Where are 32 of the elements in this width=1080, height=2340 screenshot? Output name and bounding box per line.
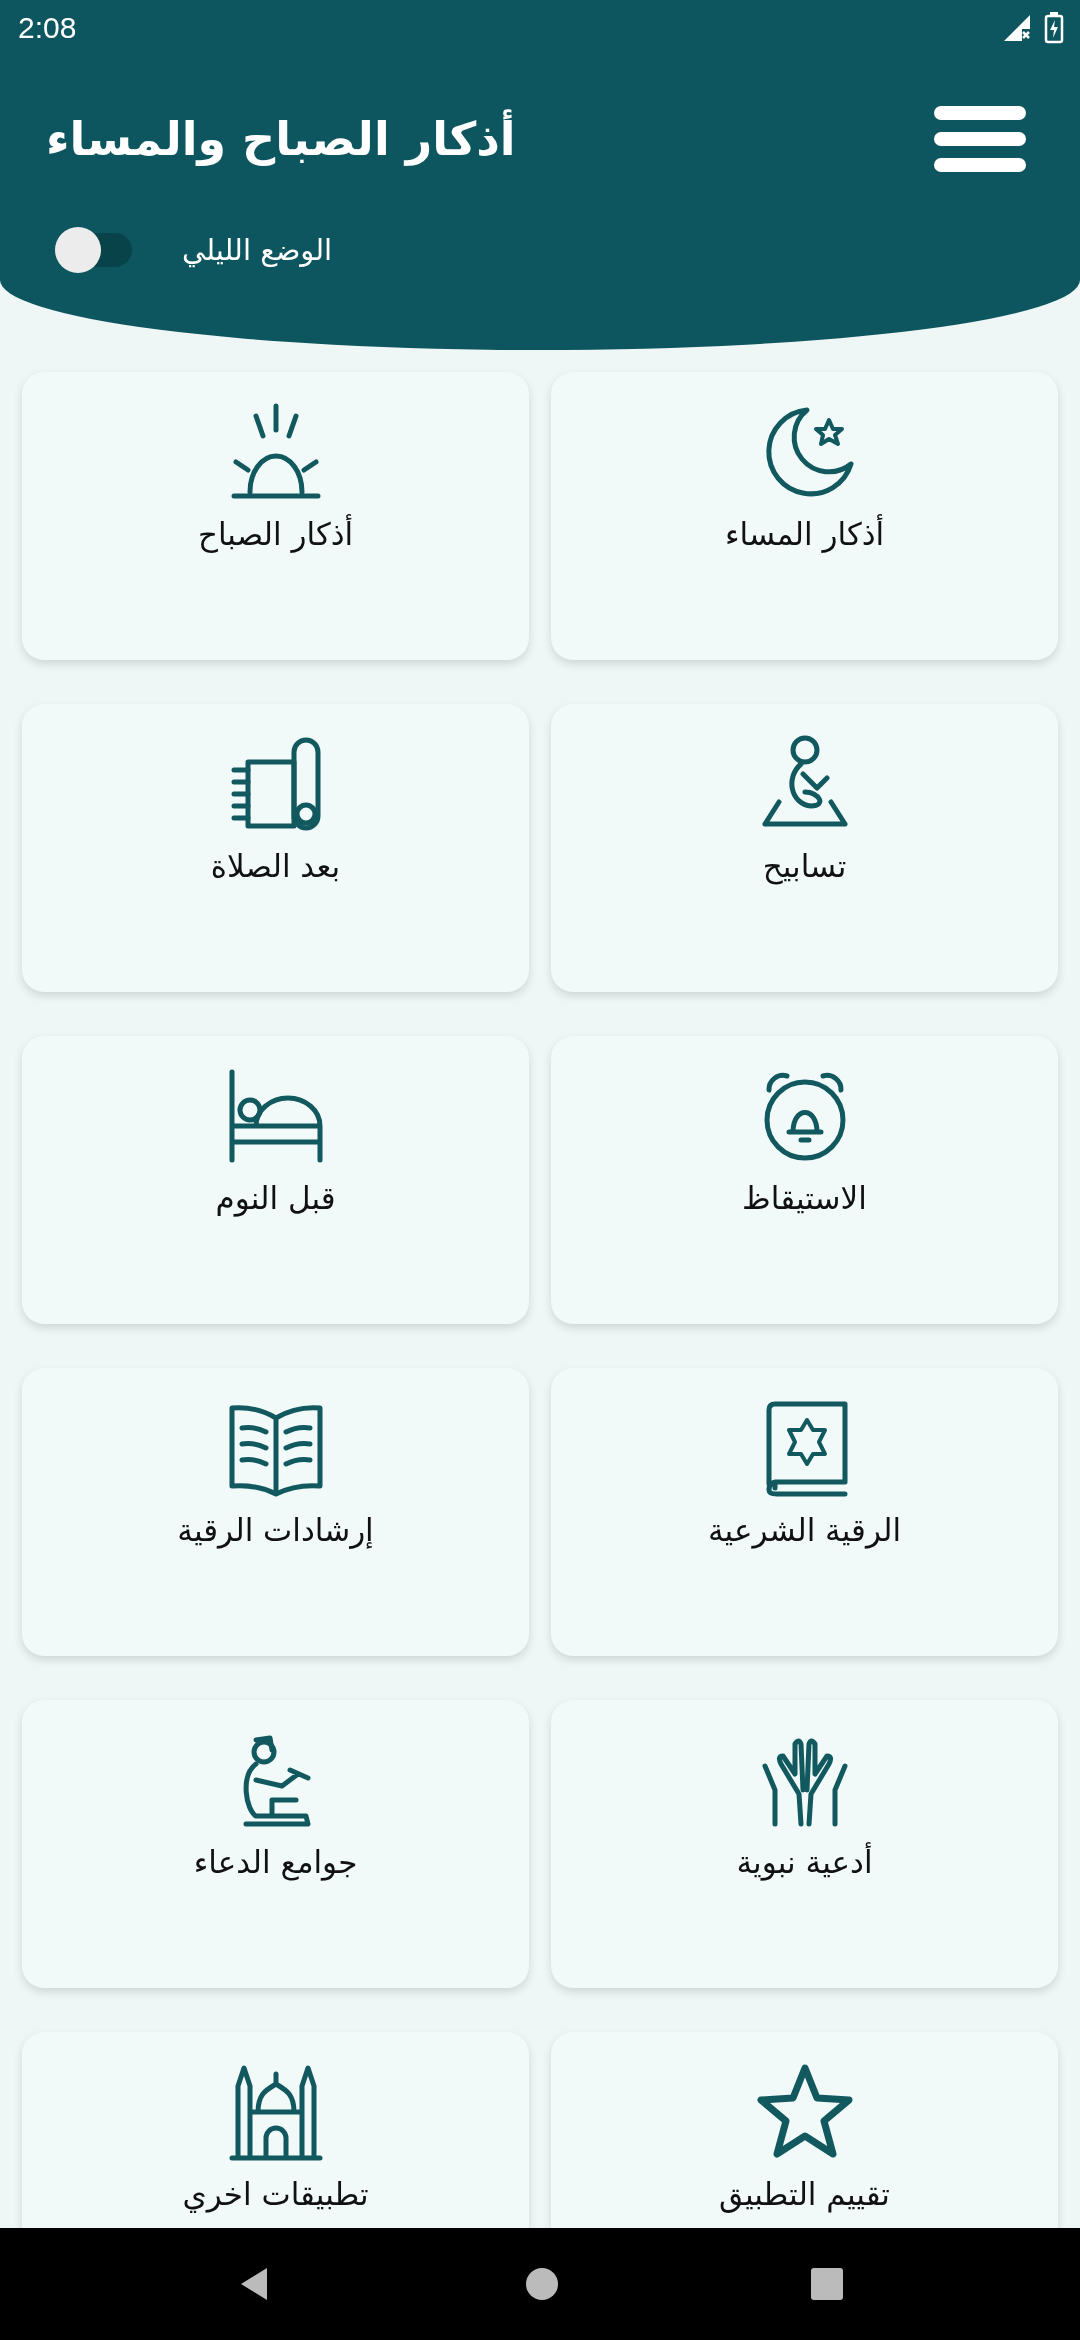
menu-card[interactable]: جوامع الدعاء [22,1700,529,1988]
home-icon[interactable] [524,2266,560,2302]
night-mode-switch[interactable] [54,226,134,274]
menu-card[interactable]: الاستيقاظ [551,1036,1058,1324]
menu-card[interactable]: أذكار المساء [551,372,1058,660]
menu-card[interactable]: الرقية الشرعية [551,1368,1058,1656]
status-time: 2:08 [18,11,77,45]
battery-icon [1044,12,1064,44]
signal-icon [1002,13,1032,43]
card-label: جوامع الدعاء [193,1844,358,1880]
menu-card[interactable]: تسابيح [551,704,1058,992]
menu-icon[interactable] [932,104,1028,174]
menu-card[interactable]: أذكار الصباح [22,372,529,660]
menu-card[interactable]: تقييم التطبيق [551,2032,1058,2228]
menu-card[interactable]: أدعية نبوية [551,1700,1058,1988]
menu-card[interactable]: بعد الصلاة [22,704,529,992]
card-label: الرقية الشرعية [707,1512,902,1548]
card-label: إرشادات الرقية [177,1512,374,1548]
card-label: بعد الصلاة [210,848,341,884]
menu-card[interactable]: قبل النوم [22,1036,529,1324]
card-label: تطبيقات اخري [182,2176,369,2212]
menu-card[interactable]: تطبيقات اخري [22,2032,529,2228]
card-label: تقييم التطبيق [719,2176,890,2212]
card-label: أدعية نبوية [736,1844,873,1880]
recents-icon[interactable] [809,2266,846,2302]
card-label: الاستيقاظ [742,1180,867,1216]
card-label: قبل النوم [215,1180,336,1216]
night-mode-label: الوضع الليلي [182,233,333,267]
card-label: أذكار الصباح [197,516,354,552]
card-label: تسابيح [762,848,847,884]
card-label: أذكار المساء [724,516,885,552]
menu-card[interactable]: إرشادات الرقية [22,1368,529,1656]
